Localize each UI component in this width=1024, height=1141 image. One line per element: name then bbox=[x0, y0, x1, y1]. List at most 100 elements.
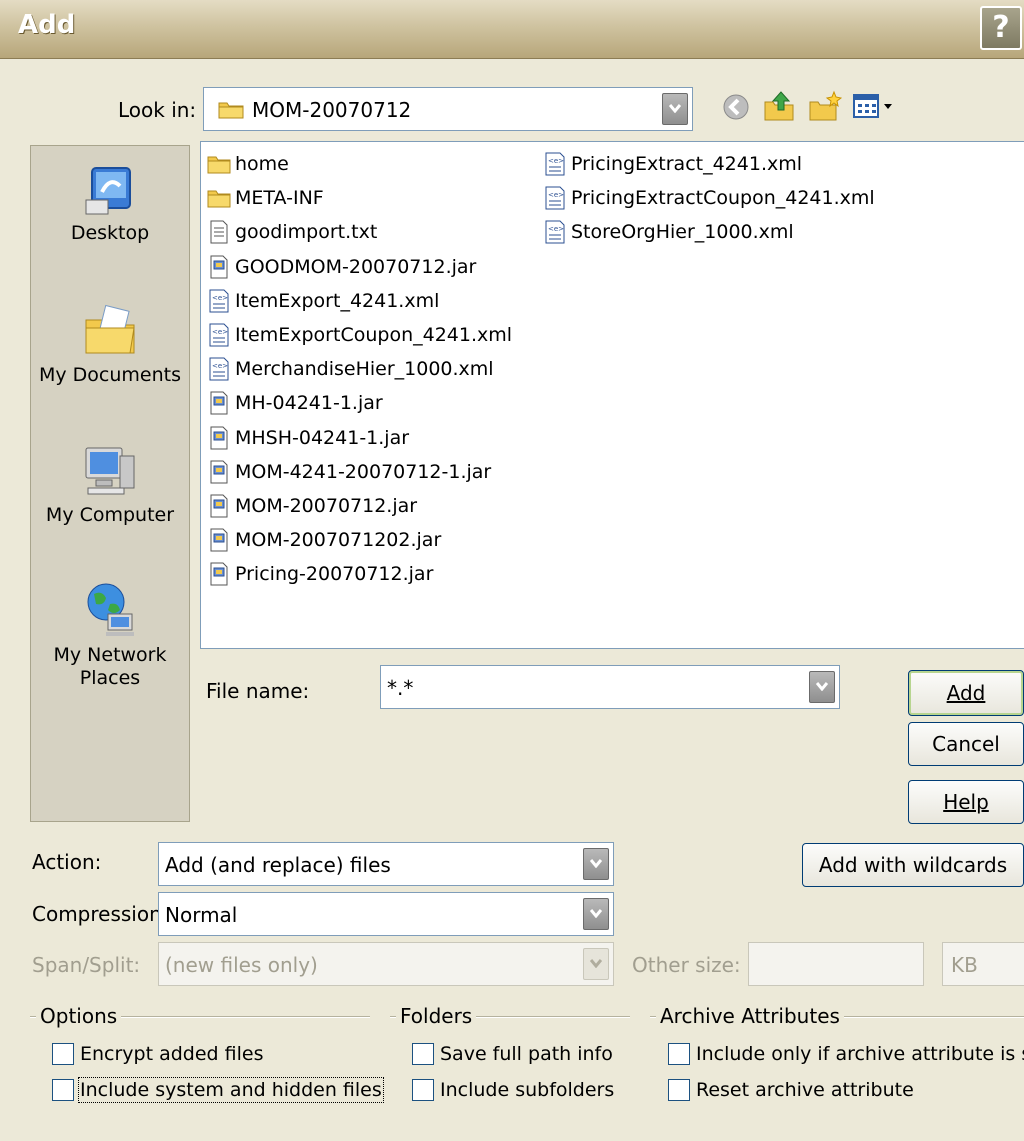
xml-file-icon: <e> bbox=[543, 220, 571, 244]
file-item[interactable]: MOM-4241-20070712-1.jar bbox=[207, 457, 491, 487]
xml-file-icon: <e> bbox=[207, 357, 235, 381]
text-file-icon bbox=[207, 220, 235, 244]
file-name-dropdown-button[interactable] bbox=[809, 671, 835, 703]
file-item[interactable]: <e> StoreOrgHier_1000.xml bbox=[543, 217, 794, 247]
my-computer-icon bbox=[85, 447, 135, 495]
save-path-label: Save full path info bbox=[440, 1043, 613, 1065]
include-hidden-checkbox[interactable] bbox=[52, 1079, 74, 1101]
place-label: My Computer bbox=[45, 504, 175, 526]
file-item[interactable]: <e> PricingExtractCoupon_4241.xml bbox=[543, 183, 875, 213]
file-item[interactable]: MH-04241-1.jar bbox=[207, 388, 383, 418]
jar-file-icon bbox=[207, 426, 235, 450]
svg-text:<e>: <e> bbox=[212, 362, 228, 370]
file-name: ItemExportCoupon_4241.xml bbox=[235, 324, 513, 346]
file-name: GOODMOM-20070712.jar bbox=[235, 255, 477, 278]
file-name: ItemExport_4241.xml bbox=[235, 289, 440, 312]
back-icon[interactable] bbox=[722, 93, 750, 121]
chevron-down-icon bbox=[669, 104, 681, 113]
file-item[interactable]: <e> MerchandiseHier_1000.xml bbox=[207, 354, 494, 384]
xml-file-icon: <e> bbox=[207, 289, 235, 313]
xml-file-icon: <e> bbox=[543, 152, 571, 176]
jar-file-icon bbox=[207, 528, 235, 552]
place-network[interactable]: My Network Places bbox=[31, 580, 189, 690]
chevron-down-icon bbox=[590, 859, 602, 868]
file-item[interactable]: MOM-20070712.jar bbox=[207, 491, 417, 521]
title-bar[interactable]: Add ? bbox=[0, 0, 1024, 59]
action-combo[interactable]: Add (and replace) files bbox=[158, 842, 614, 886]
up-folder-icon[interactable] bbox=[763, 88, 797, 122]
other-size-input bbox=[748, 942, 924, 986]
folder-icon bbox=[218, 102, 244, 119]
archive-only-label: Include only if archive attribute is set bbox=[696, 1043, 1024, 1065]
compression-dropdown-button[interactable] bbox=[583, 898, 609, 930]
cancel-button[interactable]: Cancel bbox=[908, 722, 1024, 766]
place-desktop[interactable]: Desktop bbox=[31, 164, 189, 244]
file-item[interactable]: MHSH-04241-1.jar bbox=[207, 423, 409, 453]
places-bar: Desktop My Documents My Computer My Netw… bbox=[30, 145, 190, 822]
xml-file-icon: <e> bbox=[543, 186, 571, 210]
svg-text:<e>: <e> bbox=[548, 157, 564, 165]
place-my-computer[interactable]: My Computer bbox=[31, 442, 189, 526]
file-name-combo[interactable]: *.* bbox=[380, 665, 840, 709]
jar-file-icon bbox=[207, 460, 235, 484]
xml-file-icon: <e> bbox=[207, 323, 235, 347]
file-item[interactable]: goodimport.txt bbox=[207, 217, 377, 247]
window-title: Add bbox=[18, 10, 76, 40]
new-folder-icon[interactable] bbox=[808, 90, 842, 122]
folders-group-title: Folders bbox=[396, 1004, 477, 1028]
file-name: StoreOrgHier_1000.xml bbox=[571, 221, 794, 244]
options-group-title: Options bbox=[36, 1004, 122, 1028]
file-name: MHSH-04241-1.jar bbox=[235, 426, 410, 449]
encrypt-label: Encrypt added files bbox=[80, 1043, 264, 1065]
chevron-down-icon bbox=[816, 682, 828, 691]
file-list[interactable]: home META-INF goodimport.txt GOODMOM-200707… bbox=[200, 141, 1024, 649]
file-item[interactable]: META-INF bbox=[207, 183, 324, 213]
reset-archive-checkbox[interactable] bbox=[668, 1079, 690, 1101]
file-item[interactable]: home bbox=[207, 149, 289, 179]
file-name-input[interactable]: *.* bbox=[387, 676, 413, 700]
desktop-icon bbox=[85, 167, 131, 215]
add-button[interactable]: Add bbox=[908, 670, 1024, 716]
jar-file-icon bbox=[207, 255, 235, 279]
file-name: PricingExtract_4241.xml bbox=[571, 153, 803, 175]
include-hidden-label: Include system and hidden files bbox=[78, 1077, 384, 1103]
file-name: goodimport.txt bbox=[235, 221, 378, 244]
span-split-label: Span/Split: bbox=[32, 953, 141, 977]
compression-value: Normal bbox=[165, 903, 238, 927]
compression-label: Compression: bbox=[32, 902, 169, 926]
file-item[interactable]: MOM-2007071202.jar bbox=[207, 525, 441, 555]
svg-text:<e>: <e> bbox=[548, 225, 564, 233]
place-my-documents[interactable]: My Documents bbox=[31, 302, 189, 386]
file-item[interactable]: GOODMOM-20070712.jar bbox=[207, 252, 476, 282]
file-item[interactable]: <e> ItemExportCoupon_4241.xml bbox=[207, 320, 512, 350]
file-name: MOM-2007071202.jar bbox=[235, 529, 442, 552]
add-button-label: Add bbox=[946, 681, 986, 705]
file-item[interactable]: Pricing-20070712.jar bbox=[207, 559, 433, 589]
svg-text:<e>: <e> bbox=[212, 294, 228, 302]
save-path-checkbox[interactable] bbox=[412, 1043, 434, 1065]
include-subfolders-label: Include subfolders bbox=[440, 1079, 615, 1101]
file-name: Pricing-20070712.jar bbox=[235, 563, 434, 586]
encrypt-checkbox[interactable] bbox=[52, 1043, 74, 1065]
svg-text:<e>: <e> bbox=[212, 328, 228, 336]
action-value: Add (and replace) files bbox=[165, 853, 391, 877]
view-menu-icon[interactable] bbox=[852, 92, 898, 120]
help-button[interactable]: Help bbox=[908, 780, 1024, 824]
file-name: home bbox=[235, 153, 289, 175]
archive-only-checkbox[interactable] bbox=[668, 1043, 690, 1065]
help-button-label: Help bbox=[943, 790, 989, 814]
look-in-combo[interactable]: MOM-20070712 bbox=[203, 87, 693, 131]
chevron-down-icon bbox=[590, 909, 602, 918]
archive-group-title: Archive Attributes bbox=[656, 1004, 844, 1028]
place-label: My Documents bbox=[38, 364, 181, 386]
file-item[interactable]: <e> PricingExtract_4241.xml bbox=[543, 149, 802, 179]
add-with-wildcards-button[interactable]: Add with wildcards bbox=[802, 843, 1024, 887]
include-subfolders-checkbox[interactable] bbox=[412, 1079, 434, 1101]
title-help-button[interactable]: ? bbox=[980, 6, 1022, 50]
reset-archive-label: Reset archive attribute bbox=[696, 1079, 914, 1101]
compression-combo[interactable]: Normal bbox=[158, 892, 614, 936]
look-in-dropdown-button[interactable] bbox=[662, 93, 688, 125]
file-item[interactable]: <e> ItemExport_4241.xml bbox=[207, 286, 439, 316]
folder-icon bbox=[207, 154, 235, 174]
action-dropdown-button[interactable] bbox=[583, 848, 609, 880]
